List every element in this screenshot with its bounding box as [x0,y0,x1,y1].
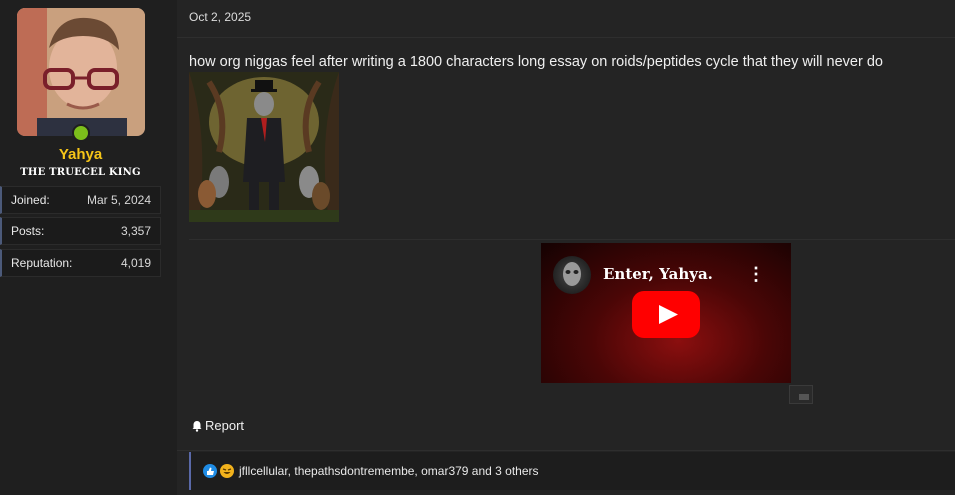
reactions-bar[interactable]: jfllcellular, thepathsdontremembe, omar3… [189,452,955,490]
stat-value: 3,357 [120,224,151,238]
username[interactable]: Yahya [0,146,161,163]
divider [177,450,955,451]
more-options-icon[interactable]: ⋮ [747,263,765,285]
stat-value: 4,019 [120,256,151,270]
stat-posts: Posts: 3,357 [0,217,161,245]
reactions-text[interactable]: jfllcellular, thepathsdontremembe, omar3… [239,464,539,478]
stat-label: Posts: [11,224,45,238]
stat-label: Reputation: [11,256,73,270]
bell-icon [192,420,202,432]
divider [189,239,955,240]
stat-reputation: Reputation: 4,019 [0,249,161,277]
picture-in-picture-icon[interactable] [789,385,813,404]
channel-avatar-icon[interactable] [553,256,591,294]
avatar-image [17,8,145,136]
report-button[interactable]: Report [191,418,244,433]
play-icon [659,305,678,324]
online-status-indicator [72,124,90,142]
post-date[interactable]: Oct 2, 2025 [189,10,251,24]
masked-face-icon [563,262,581,286]
stat-joined: Joined: Mar 5, 2024 [0,186,161,214]
play-button[interactable] [632,291,700,338]
avatar[interactable] [17,8,145,136]
post-message: how org niggas feel after writing a 1800… [189,54,883,70]
stat-label: Joined: [11,193,50,207]
laugh-icon [220,464,234,478]
wolf-in-suit-image [189,72,339,222]
post-image[interactable] [189,72,339,222]
video-title[interactable]: Enter, Yahya. [603,265,713,283]
user-title: THE TRUECEL KING [20,167,141,178]
user-sidebar: Yahya THE TRUECEL KING Joined: Mar 5, 20… [0,0,177,495]
youtube-video-embed[interactable]: Enter, Yahya. ⋮ [541,243,791,383]
report-label: Report [205,418,245,433]
divider [177,37,955,38]
stat-value: Mar 5, 2024 [86,193,151,207]
like-icon [203,464,217,478]
